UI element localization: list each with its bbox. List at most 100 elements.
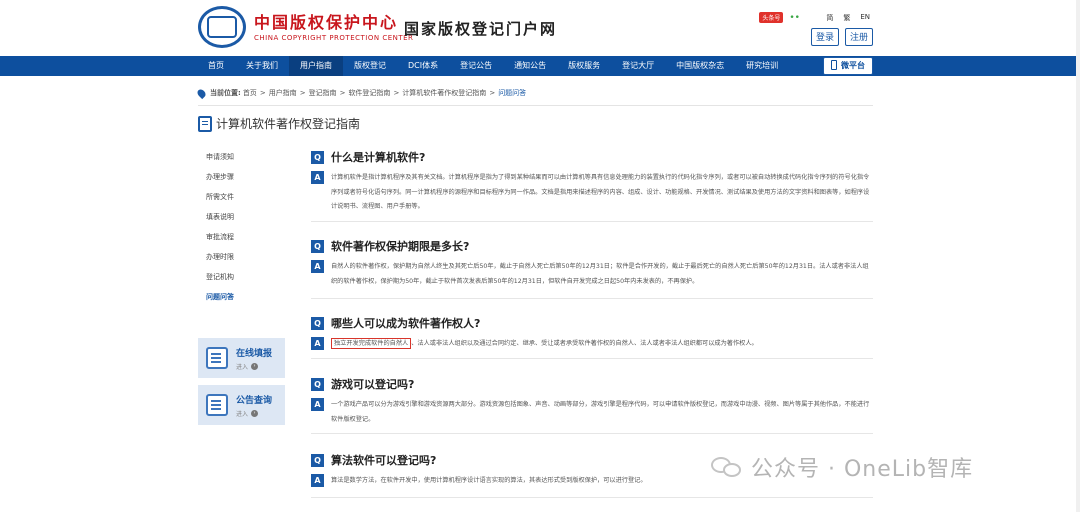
- divider: [311, 358, 873, 359]
- question-text: 软件著作权保护期限是多长?: [331, 240, 470, 253]
- answer-text: 、法人或非法人组织以及通过合同约定、继承、受让或者承受软件著作权的自然人、法人或…: [411, 340, 758, 347]
- answer-badge: A: [311, 260, 324, 273]
- nav-magazine[interactable]: 中国版权杂志: [665, 56, 735, 76]
- portal-title: 国家版权登记门户网: [404, 20, 558, 38]
- breadcrumb-software-copyright-guide[interactable]: 计算机软件著作权登记指南: [402, 88, 486, 98]
- breadcrumb-separator: >: [393, 89, 400, 97]
- sidebar-item-approval-process[interactable]: 审批流程: [206, 233, 234, 242]
- scrollbar[interactable]: [1076, 0, 1080, 512]
- breadcrumb-separator: >: [489, 89, 496, 97]
- nav-copyright-services[interactable]: 版权服务: [557, 56, 611, 76]
- sidebar-item-time-limit[interactable]: 办理时限: [206, 253, 234, 262]
- sidebar-item-faq[interactable]: 问题问答: [206, 293, 234, 302]
- arrow-right-icon: ›: [251, 362, 259, 370]
- card-enter-label: 进入: [236, 363, 249, 371]
- sidebar-item-application-notes[interactable]: 申请须知: [206, 153, 234, 162]
- divider: [198, 105, 873, 106]
- watermark: 公众号 · OneLib智库: [711, 451, 973, 483]
- question-badge: Q: [311, 150, 324, 164]
- site-header: 中国版权保护中心 CHINA COPYRIGHT PROTECTION CENT…: [0, 0, 1080, 56]
- login-button[interactable]: 登录: [810, 28, 839, 46]
- breadcrumb-current: 问题问答: [498, 89, 527, 97]
- answer-text: 自然人的软件著作权，保护期为自然人终生及其死亡后50年，截止于自然人死亡后第50…: [331, 263, 869, 285]
- nav-user-guide[interactable]: 用户指南: [289, 56, 343, 76]
- nav-home[interactable]: 首页: [197, 56, 235, 76]
- page-title: 计算机软件著作权登记指南: [198, 115, 360, 132]
- question-badge: Q: [311, 239, 324, 253]
- answer-text: 一个游戏产品可以分为游戏引擎和游戏资源两大部分。游戏资源包括图象、声音、动画等部…: [331, 401, 870, 423]
- page-title-text: 计算机软件著作权登记指南: [216, 117, 361, 131]
- sidebar-item-registration-agency[interactable]: 登记机构: [206, 273, 234, 282]
- sidebar-menu: 申请须知 办理步骤 所需文件 填表说明 审批流程 办理时限 登记机构 问题问答: [206, 153, 234, 302]
- document-edit-icon: [198, 115, 212, 132]
- card-enter-label: 进入: [236, 410, 249, 418]
- online-filing-card[interactable]: 在线填报 进入 ›: [198, 338, 285, 378]
- search-document-icon: [206, 394, 228, 416]
- divider: [311, 433, 873, 434]
- wechat-logo-icon: [711, 455, 741, 479]
- main-nav: 首页 关于我们 用户指南 版权登记 DCI体系 登记公告 通知公告 版权服务 登…: [0, 56, 1080, 76]
- logo-emblem-icon: [198, 6, 246, 48]
- breadcrumb-separator: >: [259, 89, 266, 97]
- nav-copyright-registration[interactable]: 版权登记: [343, 56, 397, 76]
- toutiao-link[interactable]: 头条号: [759, 12, 784, 23]
- qa-item: Q 软件著作权保护期限是多长? A 自然人的软件著作权，保护期为自然人终生及其死…: [311, 238, 873, 289]
- wechat-icon[interactable]: ••: [789, 13, 800, 23]
- breadcrumb-label: 当前位置:: [210, 89, 241, 97]
- qa-item: Q 什么是计算机软件? A 计算机软件是指计算机程序及其有关文档。计算机程序是指…: [311, 149, 873, 215]
- question-badge: Q: [311, 453, 324, 467]
- question-text: 什么是计算机软件?: [331, 151, 426, 164]
- wechat-platform-button[interactable]: 微平台: [823, 57, 873, 75]
- answer-text: 计算机软件是指计算机程序及其有关文档。计算机程序是指为了得到某种结果而可以由计算…: [331, 174, 870, 210]
- nav-registration-hall[interactable]: 登记大厅: [611, 56, 665, 76]
- language-switcher: 简 繁 EN: [826, 13, 870, 23]
- card-title: 公告查询: [236, 395, 273, 406]
- card-title: 在线填报: [236, 348, 273, 359]
- form-edit-icon: [206, 347, 228, 369]
- logo-chinese-name: 中国版权保护中心: [254, 13, 399, 32]
- breadcrumb-home[interactable]: 首页: [243, 88, 257, 98]
- divider: [311, 497, 873, 498]
- lang-simplified[interactable]: 简: [826, 13, 833, 23]
- question-badge: Q: [311, 316, 324, 330]
- breadcrumb-registration-guide[interactable]: 登记指南: [309, 88, 337, 98]
- sidebar-item-steps[interactable]: 办理步骤: [206, 173, 234, 182]
- qa-item: Q 游戏可以登记吗? A 一个游戏产品可以分为游戏引擎和游戏资源两大部分。游戏资…: [311, 376, 873, 427]
- location-pin-icon: [195, 87, 208, 99]
- register-button[interactable]: 注册: [844, 28, 873, 46]
- nav-announcements[interactable]: 通知公告: [503, 56, 557, 76]
- question-badge: Q: [311, 377, 324, 391]
- breadcrumb-separator: >: [339, 89, 346, 97]
- wechat-platform-label: 微平台: [841, 61, 865, 70]
- arrow-right-icon: ›: [251, 409, 259, 417]
- answer-badge: A: [311, 171, 324, 184]
- sidebar-item-required-documents[interactable]: 所需文件: [206, 193, 234, 202]
- sidebar-item-form-instructions[interactable]: 填表说明: [206, 213, 234, 222]
- phone-icon: [831, 60, 837, 70]
- breadcrumb-software-guide[interactable]: 软件登记指南: [348, 88, 390, 98]
- lang-traditional[interactable]: 繁: [843, 13, 850, 23]
- divider: [311, 221, 873, 222]
- breadcrumb: 当前位置: 首页 > 用户指南 > 登记指南 > 软件登记指南 > 计算机软件著…: [195, 87, 527, 99]
- question-text: 算法软件可以登记吗?: [331, 454, 437, 467]
- logo-english-name: CHINA COPYRIGHT PROTECTION CENTER: [254, 34, 414, 42]
- breadcrumb-user-guide[interactable]: 用户指南: [269, 88, 297, 98]
- highlighted-answer-text: 独立开发完成软件的自然人: [331, 338, 412, 349]
- nav-dci[interactable]: DCI体系: [397, 56, 449, 76]
- answer-badge: A: [311, 337, 324, 350]
- answer-text: 算法是数学方法，在软件开发中，使用计算机程序设计语言实现的算法，其表达形式受到版…: [331, 477, 647, 484]
- question-text: 游戏可以登记吗?: [331, 378, 415, 391]
- breadcrumb-separator: >: [299, 89, 306, 97]
- divider: [311, 298, 873, 299]
- nav-about[interactable]: 关于我们: [235, 56, 289, 76]
- qa-item: Q 哪些人可以成为软件著作权人? A 独立开发完成软件的自然人 、法人或非法人组织…: [311, 315, 873, 352]
- announcement-query-card[interactable]: 公告查询 进入 ›: [198, 385, 285, 425]
- nav-research-training[interactable]: 研究培训: [735, 56, 789, 76]
- nav-registration-notices[interactable]: 登记公告: [449, 56, 503, 76]
- question-text: 哪些人可以成为软件著作权人?: [331, 317, 481, 330]
- answer-badge: A: [311, 398, 324, 411]
- site-logo[interactable]: 中国版权保护中心 CHINA COPYRIGHT PROTECTION CENT…: [198, 6, 413, 48]
- answer-badge: A: [311, 474, 324, 487]
- watermark-text: 公众号 · OneLib智库: [751, 457, 974, 482]
- lang-english[interactable]: EN: [860, 13, 870, 23]
